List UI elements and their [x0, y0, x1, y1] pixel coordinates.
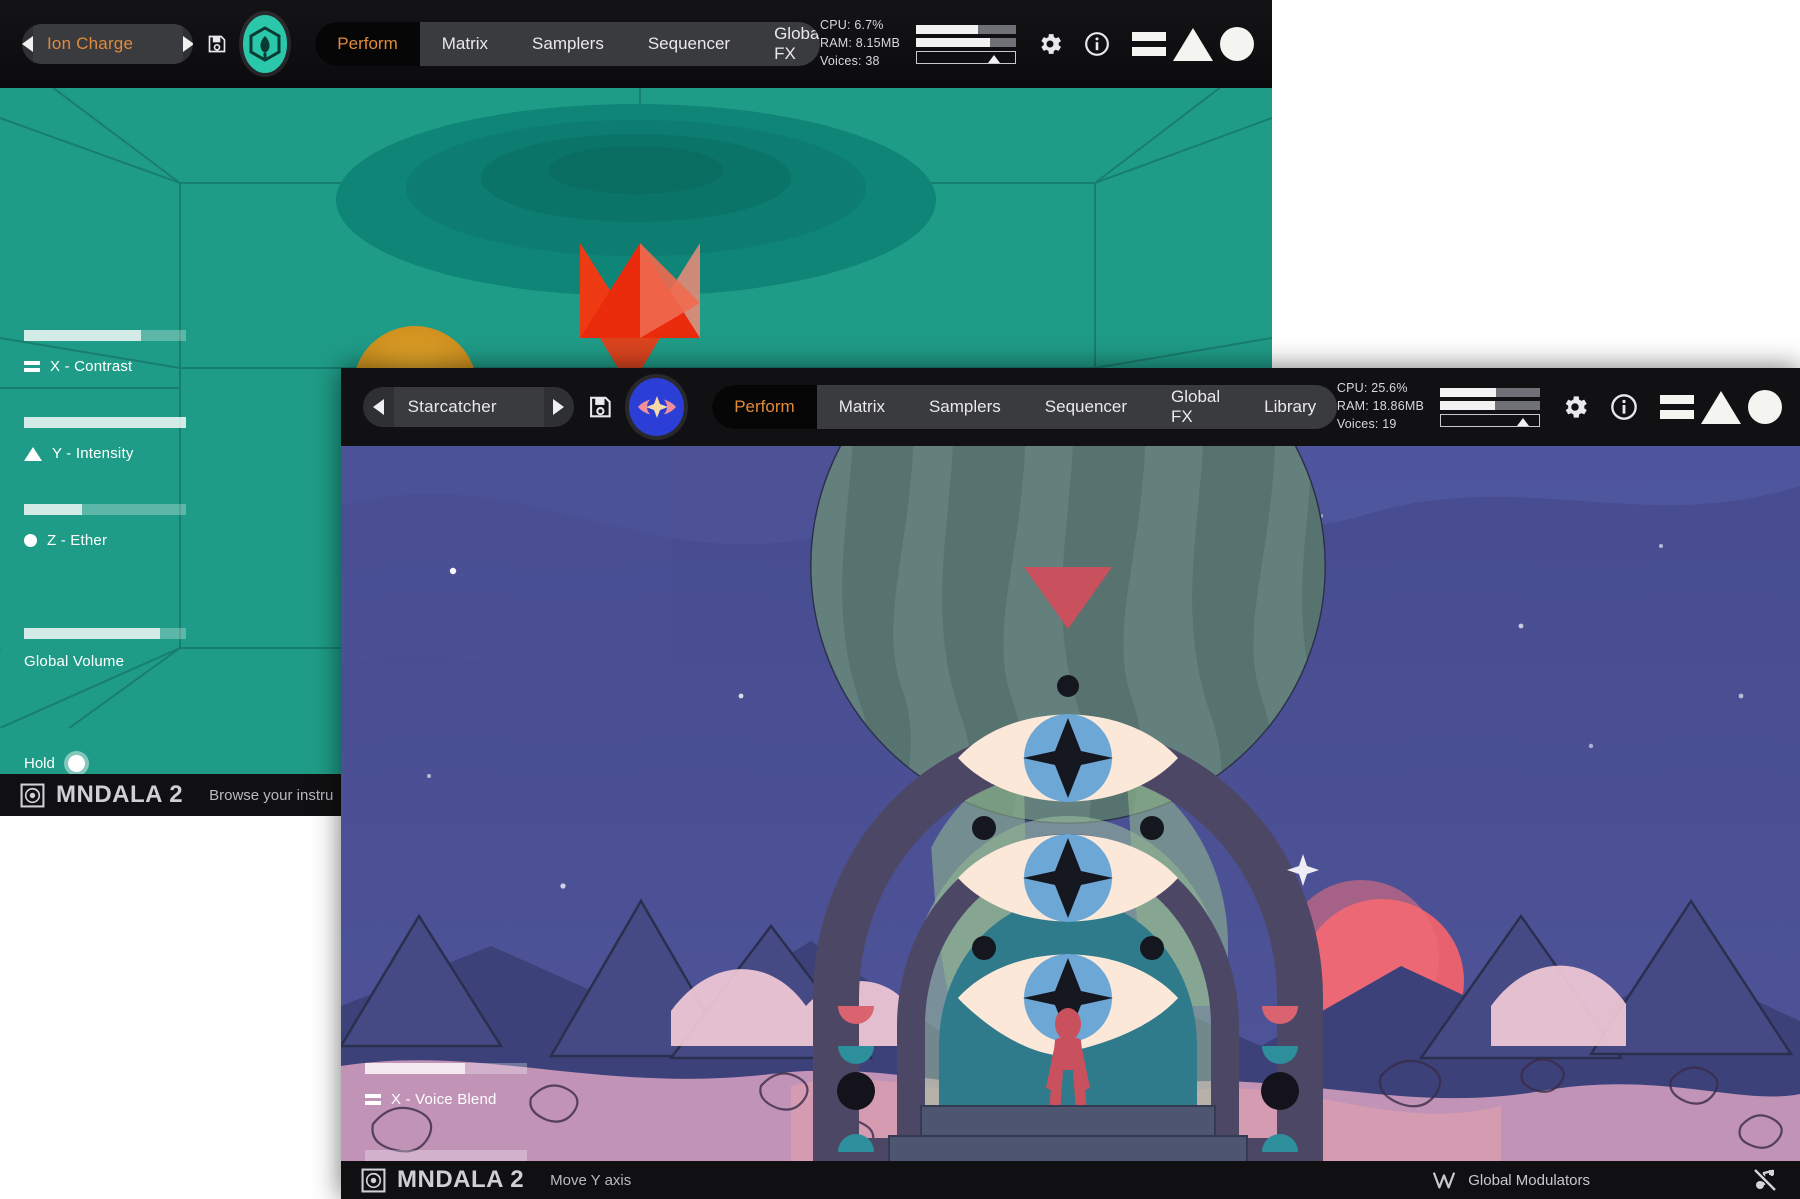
global-volume-slider[interactable] [24, 628, 186, 639]
window1-status-message: Browse your instru [209, 786, 334, 804]
window2-main-tabs[interactable]: Perform Matrix Samplers Sequencer Global… [712, 385, 1337, 429]
tab-perform[interactable]: Perform [315, 22, 420, 66]
hold-label: Hold [24, 755, 55, 772]
control-global-volume[interactable]: Global Volume [24, 628, 186, 670]
tab-perform[interactable]: Perform [712, 385, 817, 429]
ram-meter-bar [1440, 400, 1541, 410]
gear-icon[interactable] [1036, 30, 1064, 58]
info-icon[interactable] [1610, 393, 1638, 421]
hold-control[interactable]: Hold [24, 755, 85, 772]
equals-icon [365, 1094, 381, 1105]
window1-system-meters: CPU: 6.7% RAM: 8.15MB Voices: 38 [820, 17, 1272, 70]
control-y-intensity[interactable]: Y - Intensity [24, 417, 186, 462]
x-contrast-slider[interactable] [24, 330, 186, 341]
tab-matrix[interactable]: Matrix [817, 385, 907, 429]
y-intensity-label: Y - Intensity [52, 445, 134, 462]
meter-bars [1440, 387, 1541, 427]
control-x-voice-blend[interactable]: X - Voice Blend [365, 1063, 527, 1108]
mndala-window-starcatcher: C2 C3 C4 Starcatcher [341, 368, 1800, 1199]
window2-system-meters: CPU: 25.6% RAM: 18.86MB Voices: 19 [1337, 380, 1800, 433]
master-volume-slider[interactable] [916, 50, 1016, 64]
z-ether-slider[interactable] [24, 504, 186, 515]
z-ether-label: Z - Ether [47, 532, 108, 549]
window2-status-message: Move Y axis [550, 1171, 632, 1189]
cpu-meter-bar [916, 24, 1016, 34]
ram-readout: RAM: 18.86MB [1336, 399, 1425, 414]
meter-readouts: CPU: 6.7% RAM: 8.15MB Voices: 38 [820, 17, 900, 70]
tab-global-fx[interactable]: Global FX [752, 22, 820, 66]
triangle-up-icon [24, 446, 42, 461]
window1-brand: MNDALA 2 [20, 781, 183, 809]
window2-status-bar: MNDALA 2 Move Y axis Global Modulators [341, 1161, 1800, 1199]
cpu-meter-bar [1440, 387, 1541, 397]
mndala-mark-icon [361, 1168, 386, 1192]
x-contrast-label: X - Contrast [50, 358, 133, 375]
cpu-readout: CPU: 25.6% [1336, 381, 1408, 396]
mndala-shapes-icon [1132, 27, 1254, 61]
x-voice-blend-label: X - Voice Blend [391, 1091, 497, 1108]
info-icon[interactable] [1084, 31, 1110, 57]
global-volume-label: Global Volume [24, 653, 125, 670]
window2-brand-name: MNDALA 2 [397, 1166, 525, 1193]
circle-icon [24, 534, 37, 547]
global-modulators-label[interactable]: Global Modulators [1468, 1172, 1590, 1189]
waveform-icon [1433, 1172, 1456, 1189]
equals-icon [24, 361, 40, 372]
window2-performance-panel: X - Voice Blend Y - Intensity Z - Space [341, 368, 641, 1199]
meter-readouts: CPU: 25.6% RAM: 18.86MB Voices: 19 [1337, 380, 1424, 433]
tab-sequencer[interactable]: Sequencer [626, 22, 752, 66]
voices-readout: Voices: 38 [819, 53, 880, 68]
window2-brand: MNDALA 2 [361, 1166, 524, 1194]
tab-library[interactable]: Library [1242, 385, 1337, 429]
window2-status-right: Global Modulators [1432, 1167, 1800, 1193]
mndala-mark-icon [20, 783, 45, 807]
tab-samplers[interactable]: Samplers [510, 22, 626, 66]
window1-brand-name: MNDALA 2 [56, 781, 184, 808]
master-volume-slider[interactable] [1440, 413, 1541, 427]
hold-toggle-icon[interactable] [67, 755, 85, 772]
voices-readout: Voices: 19 [1336, 416, 1397, 431]
control-z-ether[interactable]: Z - Ether [24, 504, 186, 549]
window1-performance-panel: X - Contrast Y - Intensity Z - Ether Glo… [0, 0, 300, 816]
midi-mute-icon[interactable] [1752, 1167, 1778, 1193]
cpu-readout: CPU: 6.7% [819, 18, 884, 33]
mndala-shapes-icon [1660, 390, 1783, 424]
tab-samplers[interactable]: Samplers [907, 385, 1023, 429]
ram-readout: RAM: 8.15MB [819, 36, 900, 51]
gear-icon[interactable] [1560, 392, 1590, 422]
ram-meter-bar [916, 37, 1016, 47]
x-voice-blend-slider[interactable] [365, 1063, 527, 1074]
tab-global-fx[interactable]: Global FX [1149, 385, 1242, 429]
y-intensity-slider[interactable] [24, 417, 186, 428]
window1-main-tabs[interactable]: Perform Matrix Samplers Sequencer Global… [315, 22, 820, 66]
y-intensity-slider[interactable] [365, 1150, 527, 1161]
control-x-contrast[interactable]: X - Contrast [24, 330, 186, 375]
tab-matrix[interactable]: Matrix [420, 22, 510, 66]
tab-sequencer[interactable]: Sequencer [1023, 385, 1149, 429]
screenshot-root: Ion Charge Perform Matrix Samplers Seque… [0, 0, 1800, 1199]
meter-bars [916, 24, 1016, 64]
